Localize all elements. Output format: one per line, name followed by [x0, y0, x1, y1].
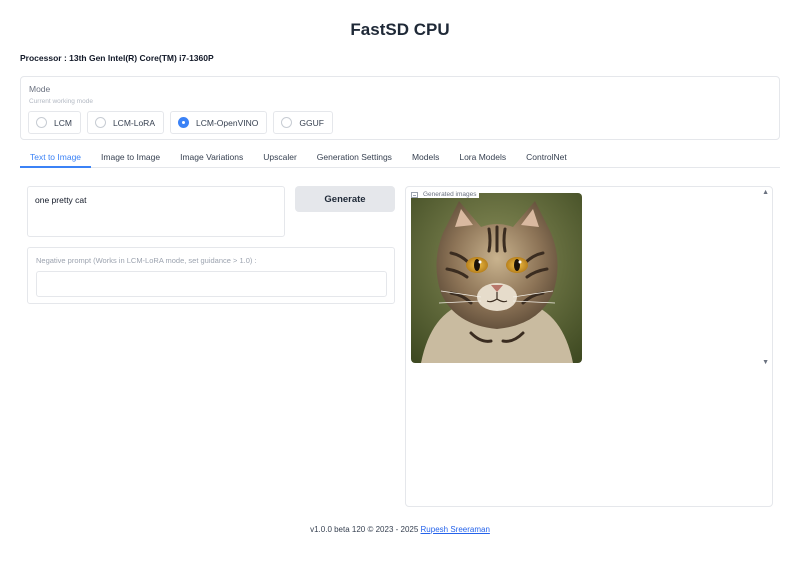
tab-controlnet[interactable]: ControlNet [516, 148, 577, 168]
mode-option-lcm-lora[interactable]: LCM-LoRA [86, 111, 164, 134]
tab-image-variations[interactable]: Image Variations [170, 148, 253, 168]
mode-info: Current working mode [29, 98, 93, 105]
footer: v1.0.0 beta 120 © 2023 - 2025 Rupesh Sre… [0, 525, 800, 534]
negative-prompt-label: Negative prompt (Works in LCM-LoRA mode,… [36, 256, 257, 265]
radio-icon[interactable] [281, 117, 293, 128]
gallery-label-text: Generated images [423, 191, 477, 198]
mode-option-label: LCM [54, 117, 72, 128]
author-link[interactable]: Rupesh Sreeraman [421, 525, 490, 534]
mode-option-gguf[interactable]: GGUF [273, 111, 333, 134]
tab-lora-models[interactable]: Lora Models [449, 148, 516, 168]
mode-option-label: GGUF [299, 117, 324, 128]
radio-icon[interactable] [94, 117, 106, 128]
gallery-label: Generated images [411, 191, 480, 198]
processor-info: Processor : 13th Gen Intel(R) Core(TM) i… [20, 53, 214, 63]
image-icon [411, 191, 418, 198]
mode-option-label: LCM-OpenVINO [196, 117, 259, 128]
mode-option-lcm[interactable]: LCM [28, 111, 81, 134]
scroll-up-arrow-icon[interactable]: ▲ [762, 189, 769, 196]
radio-icon[interactable] [36, 117, 47, 128]
negative-prompt-input[interactable] [36, 271, 387, 297]
scroll-down-arrow-icon[interactable]: ▼ [762, 359, 769, 366]
generated-images-gallery: Generated images ▲ ▼ [405, 186, 773, 507]
mode-options: LCM LCM-LoRA LCM-OpenVINO GGUF [28, 111, 333, 134]
footer-version-text: v1.0.0 beta 120 © 2023 - 2025 [310, 525, 421, 534]
mode-option-lcm-openvino[interactable]: LCM-OpenVINO [170, 111, 268, 134]
generate-button[interactable]: Generate [295, 186, 395, 212]
mode-group: Mode Current working mode LCM LCM-LoRA L… [20, 76, 780, 140]
mode-option-label: LCM-LoRA [112, 117, 155, 128]
prompt-input[interactable]: one pretty cat [27, 186, 285, 237]
mode-label: Mode [29, 84, 51, 94]
negative-prompt-group: Negative prompt (Works in LCM-LoRA mode,… [27, 247, 395, 304]
tab-models[interactable]: Models [402, 148, 449, 168]
tab-upscaler[interactable]: Upscaler [253, 148, 307, 168]
tab-bar: Text to Image Image to Image Image Varia… [20, 148, 780, 168]
tab-generation-settings[interactable]: Generation Settings [307, 148, 402, 168]
generated-image[interactable] [411, 193, 582, 363]
tab-image-to-image[interactable]: Image to Image [91, 148, 170, 168]
app-title: FastSD CPU [350, 20, 450, 39]
tab-text-to-image[interactable]: Text to Image [20, 148, 92, 168]
cat-image [411, 193, 582, 363]
radio-checked-icon[interactable] [178, 117, 189, 128]
